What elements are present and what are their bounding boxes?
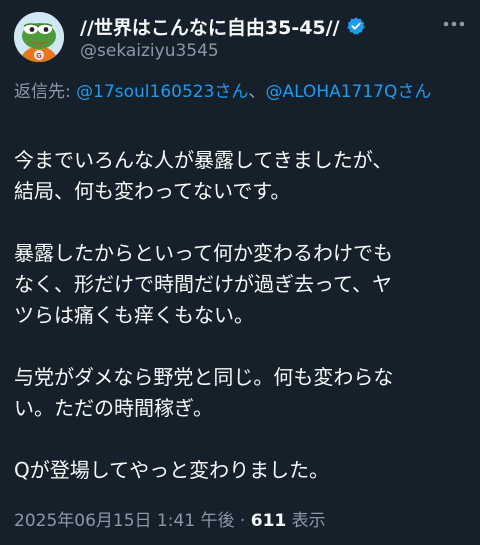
reply-mention-separator: 、	[248, 82, 266, 102]
meta-separator: ·	[234, 511, 251, 531]
reply-mention-2[interactable]: @ALOHA1717Qさん	[265, 82, 431, 102]
verified-badge-icon	[346, 17, 365, 35]
avatar[interactable]: G	[14, 12, 64, 62]
pepe-frog-avatar-icon: G	[14, 12, 64, 62]
reply-to-line: 返信先: @17soul160523さん、@ALOHA1717Qさん	[14, 80, 464, 105]
tweet: G //世界はこんなに自由35-45// @sekaiziyu3545 返信先:…	[0, 0, 480, 545]
more-options-icon[interactable]	[442, 20, 466, 28]
body-line-4: なく、形だけで時間だけが過ぎ去って、ヤ	[14, 272, 392, 296]
views-label: 表示	[286, 511, 326, 531]
views-count: 611	[250, 511, 287, 531]
body-line-8: Qが登場してやっと変わりました。	[14, 458, 330, 482]
body-line-7: い。ただの時間稼ぎ。	[14, 396, 213, 420]
body-line-1: 今までいろんな人が暴露してきましたが、	[14, 148, 393, 172]
tweet-header: G //世界はこんなに自由35-45// @sekaiziyu3545	[14, 12, 466, 66]
reply-mention-1[interactable]: @17soul160523さん	[76, 82, 248, 102]
tweet-body: 今までいろんな人が暴露してきましたが、 結局、何も変わってないです。 暴露したか…	[14, 145, 470, 486]
svg-text:G: G	[36, 52, 42, 60]
display-name[interactable]: //世界はこんなに自由35-45//	[80, 13, 340, 40]
display-name-row: //世界はこんなに自由35-45//	[80, 13, 440, 40]
body-line-2: 結局、何も変わってないです。	[14, 179, 291, 203]
timestamp[interactable]: 2025年06月15日 1:41 午後	[14, 511, 235, 531]
reply-to-prefix: 返信先:	[14, 82, 77, 102]
author-handle[interactable]: @sekaiziyu3545	[80, 41, 440, 61]
body-line-5: ツらは痛くも痒くもない。	[14, 303, 254, 327]
body-line-6: 与党がダメなら野党と同じ。何も変わらな	[14, 365, 394, 389]
author-names: //世界はこんなに自由35-45// @sekaiziyu3545	[80, 14, 440, 61]
tweet-meta: 2025年06月15日 1:41 午後 · 611 表示	[14, 506, 326, 531]
body-line-3: 暴露したからといって何か変わるわけでも	[14, 241, 393, 265]
